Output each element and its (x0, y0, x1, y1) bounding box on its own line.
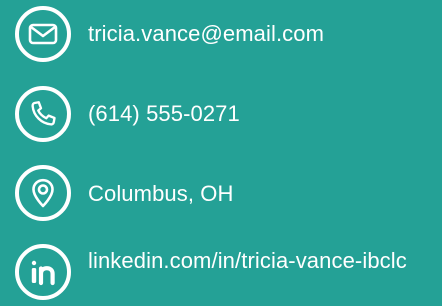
linkedin-icon (15, 244, 71, 300)
phone-icon (15, 86, 71, 142)
contact-phone-row[interactable]: (614) 555-0271 (15, 86, 240, 142)
contact-email-row[interactable]: tricia.vance@email.com (15, 6, 324, 62)
map-pin-icon (15, 165, 71, 221)
contact-location-text: Columbus, OH (88, 181, 234, 206)
contact-email-text[interactable]: tricia.vance@email.com (88, 6, 324, 46)
envelope-icon (15, 6, 71, 62)
contact-location-row: Columbus, OH (15, 165, 233, 221)
contact-linkedin-row[interactable]: linkedin.com/in/tricia-vance-ibclc (15, 244, 438, 300)
contact-linkedin-text[interactable]: linkedin.com/in/tricia-vance-ibclc (88, 244, 438, 273)
contact-phone-text[interactable]: (614) 555-0271 (88, 86, 240, 126)
